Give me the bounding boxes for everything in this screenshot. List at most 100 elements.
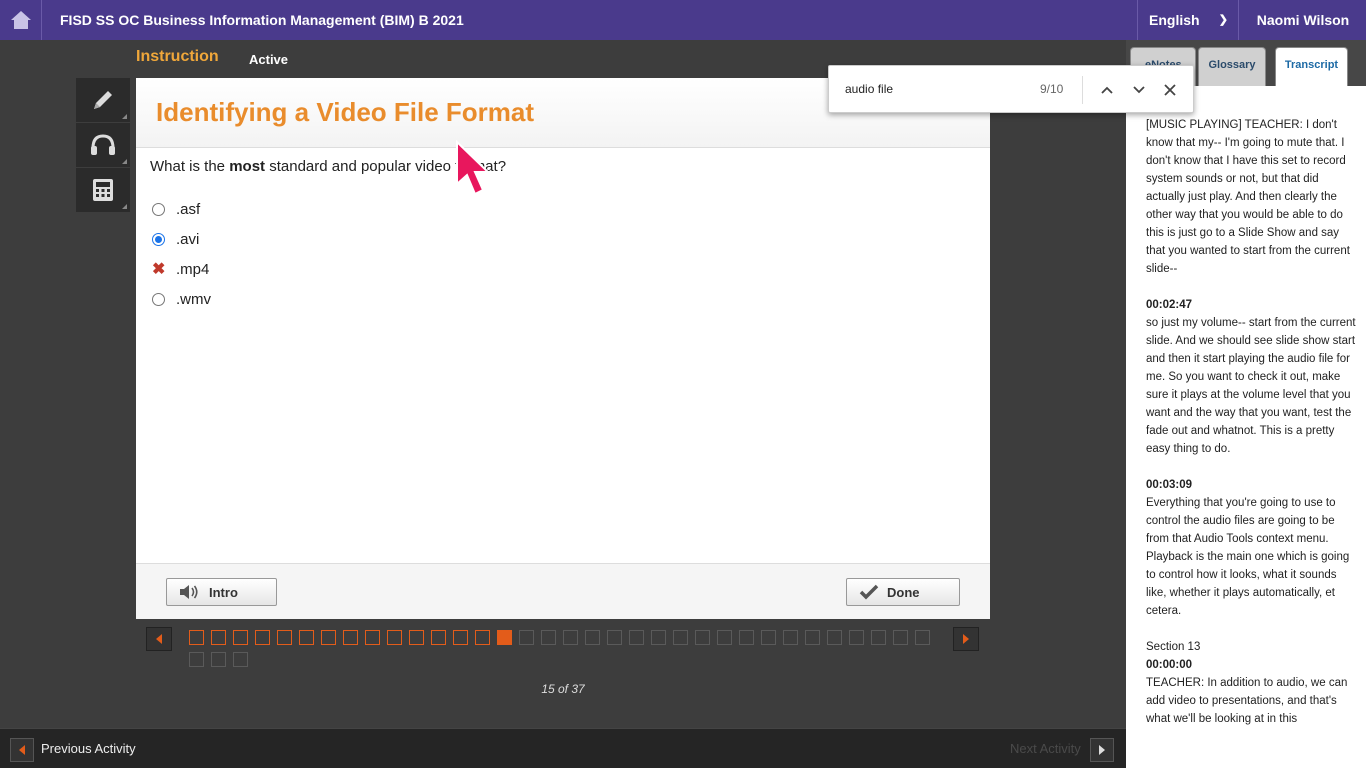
transcript-paragraph: [MUSIC PLAYING] TEACHER: I don't know th… bbox=[1146, 119, 1350, 275]
chevron-down-icon: ❯ bbox=[1218, 14, 1228, 26]
top-bar: FISD SS OC Business Information Manageme… bbox=[0, 0, 1366, 40]
previous-activity-button[interactable]: Previous Activity bbox=[41, 729, 136, 768]
progress-square[interactable] bbox=[519, 630, 534, 645]
progress-square[interactable] bbox=[849, 630, 864, 645]
bottom-bar: Previous Activity Next Activity bbox=[0, 728, 1126, 768]
calculator-tool-button[interactable] bbox=[76, 168, 130, 212]
speaker-icon bbox=[180, 585, 198, 599]
mouse-cursor-icon bbox=[456, 140, 491, 196]
progress-square[interactable] bbox=[211, 630, 226, 645]
progress-square[interactable] bbox=[607, 630, 622, 645]
progress-square[interactable] bbox=[409, 630, 424, 645]
progress-square[interactable] bbox=[343, 630, 358, 645]
section-heading: Section 13 bbox=[1146, 641, 1201, 653]
option-label: .avi bbox=[176, 230, 200, 248]
done-label: Done bbox=[887, 584, 920, 600]
chevron-up-icon bbox=[1101, 86, 1113, 94]
transcript-paragraph: 00:03:09 Everything that you're going to… bbox=[1146, 476, 1356, 620]
radio-button-selected[interactable] bbox=[152, 232, 165, 246]
answer-option-wmv[interactable]: .wmv bbox=[152, 284, 211, 314]
answer-options: .asf .avi ✖ .mp4 .wmv bbox=[152, 194, 211, 314]
answer-option-asf[interactable]: .asf bbox=[152, 194, 211, 224]
checkmark-icon bbox=[859, 584, 879, 600]
user-menu[interactable]: Naomi Wilson bbox=[1240, 0, 1366, 40]
right-panel: eNotes Glossary Transcript [MUSIC PLAYIN… bbox=[1126, 40, 1366, 768]
audio-tool-button[interactable] bbox=[76, 123, 130, 167]
find-bar: audio file 9/10 bbox=[828, 65, 1194, 113]
progress-square[interactable] bbox=[739, 630, 754, 645]
option-label: .asf bbox=[176, 200, 201, 218]
answer-option-avi[interactable]: .avi bbox=[152, 224, 211, 254]
radio-button[interactable] bbox=[152, 292, 165, 306]
timestamp: 00:03:09 bbox=[1146, 479, 1193, 491]
progress-square[interactable] bbox=[365, 630, 380, 645]
progress-square[interactable] bbox=[805, 630, 820, 645]
progress-square[interactable] bbox=[321, 630, 336, 645]
find-next-button[interactable] bbox=[1129, 80, 1149, 100]
progress-square[interactable] bbox=[277, 630, 292, 645]
previous-activity-arrow[interactable] bbox=[10, 738, 34, 762]
progress-square[interactable] bbox=[431, 630, 446, 645]
progress-square[interactable] bbox=[893, 630, 908, 645]
timestamp: 00:02:47 bbox=[1146, 299, 1193, 311]
progress-square[interactable] bbox=[299, 630, 314, 645]
progress-square[interactable] bbox=[629, 630, 644, 645]
progress-square[interactable] bbox=[717, 630, 732, 645]
progress-square[interactable] bbox=[453, 630, 468, 645]
language-selector[interactable]: English ❯ bbox=[1137, 0, 1239, 40]
find-match-count: 9/10 bbox=[1040, 82, 1064, 96]
progress-square[interactable] bbox=[387, 630, 402, 645]
next-page-button[interactable] bbox=[953, 627, 979, 651]
option-label: .mp4 bbox=[176, 260, 210, 278]
headphones-icon bbox=[91, 134, 115, 155]
triangle-left-icon bbox=[19, 745, 25, 755]
progress-square[interactable] bbox=[673, 630, 688, 645]
find-input[interactable]: audio file bbox=[845, 82, 893, 96]
radio-button[interactable] bbox=[152, 202, 165, 216]
progress-square[interactable] bbox=[189, 652, 204, 667]
triangle-right-icon bbox=[963, 634, 969, 644]
next-activity-arrow[interactable] bbox=[1090, 738, 1114, 762]
answer-option-mp4[interactable]: ✖ .mp4 bbox=[152, 254, 211, 284]
tab-transcript[interactable]: Transcript bbox=[1275, 47, 1348, 86]
home-icon bbox=[10, 11, 31, 29]
progress-square[interactable] bbox=[233, 652, 248, 667]
progress-square[interactable] bbox=[255, 630, 270, 645]
progress-square[interactable] bbox=[695, 630, 710, 645]
progress-square[interactable] bbox=[189, 630, 204, 645]
next-activity-button[interactable]: Next Activity bbox=[1010, 729, 1081, 768]
close-icon bbox=[1164, 84, 1176, 96]
intro-label: Intro bbox=[209, 584, 238, 600]
find-divider bbox=[1082, 76, 1083, 104]
progress-square[interactable] bbox=[563, 630, 578, 645]
language-label: English bbox=[1149, 12, 1200, 28]
progress-square[interactable] bbox=[783, 630, 798, 645]
progress-square[interactable] bbox=[585, 630, 600, 645]
find-previous-button[interactable] bbox=[1097, 80, 1117, 100]
chevron-down-icon bbox=[1133, 86, 1145, 94]
progress-square-current[interactable] bbox=[497, 630, 512, 645]
activity-phase: Instruction bbox=[136, 48, 219, 65]
triangle-left-icon bbox=[156, 634, 162, 644]
progress-square[interactable] bbox=[915, 630, 930, 645]
progress-square[interactable] bbox=[541, 630, 556, 645]
transcript-paragraph: Section 13 00:00:00 TEACHER: In addition… bbox=[1146, 638, 1356, 728]
transcript-paragraph: 00:02:47 so just my volume-- start from … bbox=[1146, 296, 1356, 458]
page-progress-squares bbox=[189, 630, 949, 674]
card-footer: Intro Done bbox=[136, 563, 990, 619]
done-button[interactable]: Done bbox=[846, 578, 960, 606]
tab-glossary[interactable]: Glossary bbox=[1198, 47, 1266, 86]
progress-square[interactable] bbox=[651, 630, 666, 645]
previous-page-button[interactable] bbox=[146, 627, 172, 651]
progress-square[interactable] bbox=[233, 630, 248, 645]
progress-square[interactable] bbox=[475, 630, 490, 645]
progress-square[interactable] bbox=[827, 630, 842, 645]
find-close-button[interactable] bbox=[1160, 80, 1180, 100]
intro-button[interactable]: Intro bbox=[166, 578, 277, 606]
progress-square[interactable] bbox=[211, 652, 226, 667]
pencil-tool-button[interactable] bbox=[76, 78, 130, 122]
tool-column bbox=[76, 78, 130, 212]
progress-square[interactable] bbox=[871, 630, 886, 645]
home-button[interactable] bbox=[0, 0, 42, 40]
progress-square[interactable] bbox=[761, 630, 776, 645]
